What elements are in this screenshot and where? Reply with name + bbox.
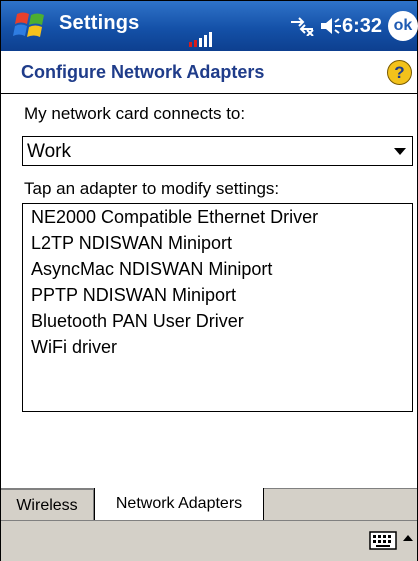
tab-wireless[interactable]: Wireless (1, 489, 94, 521)
chevron-down-icon[interactable] (394, 148, 406, 155)
tab-strip: Wireless Network Adapters (1, 488, 417, 521)
keyboard-icon[interactable] (369, 529, 397, 551)
tab-network-adapters[interactable]: Network Adapters (94, 488, 264, 521)
clock[interactable]: 6:32 (342, 15, 382, 38)
page-header: Configure Network Adapters ? (1, 51, 417, 94)
list-item[interactable]: Bluetooth PAN User Driver (31, 311, 244, 332)
windows-start-icon[interactable] (11, 10, 49, 42)
help-label: ? (394, 62, 405, 82)
adapter-list[interactable]: NE2000 Compatible Ethernet Driver L2TP N… (22, 203, 413, 412)
title-bar: Settings 6:32 ok (1, 1, 418, 51)
list-item[interactable]: NE2000 Compatible Ethernet Driver (31, 207, 318, 228)
volume-icon[interactable] (319, 16, 343, 36)
network-connects-dropdown[interactable]: Work (22, 136, 413, 166)
list-item[interactable]: PPTP NDISWAN Miniport (31, 285, 236, 306)
list-item[interactable]: L2TP NDISWAN Miniport (31, 233, 232, 254)
tap-adapter-label: Tap an adapter to modify settings: (24, 179, 280, 198)
tab-label: Network Adapters (115, 495, 243, 512)
app-title: Settings (59, 12, 140, 34)
menu-bar (1, 520, 417, 561)
tab-label: Wireless (16, 496, 78, 514)
signal-strength-icon[interactable] (189, 31, 215, 47)
dropdown-value: Work (27, 141, 71, 162)
page-title: Configure Network Adapters (21, 62, 265, 82)
ok-button[interactable]: ok (388, 11, 418, 41)
list-item[interactable]: AsyncMac NDISWAN Miniport (31, 259, 272, 280)
input-selector-arrow-icon[interactable] (403, 535, 413, 541)
help-icon[interactable]: ? (387, 60, 412, 85)
connectivity-icon[interactable] (289, 16, 315, 36)
list-item[interactable]: WiFi driver (31, 337, 117, 358)
ok-label: ok (393, 17, 413, 34)
connects-label: My network card connects to: (24, 104, 246, 123)
